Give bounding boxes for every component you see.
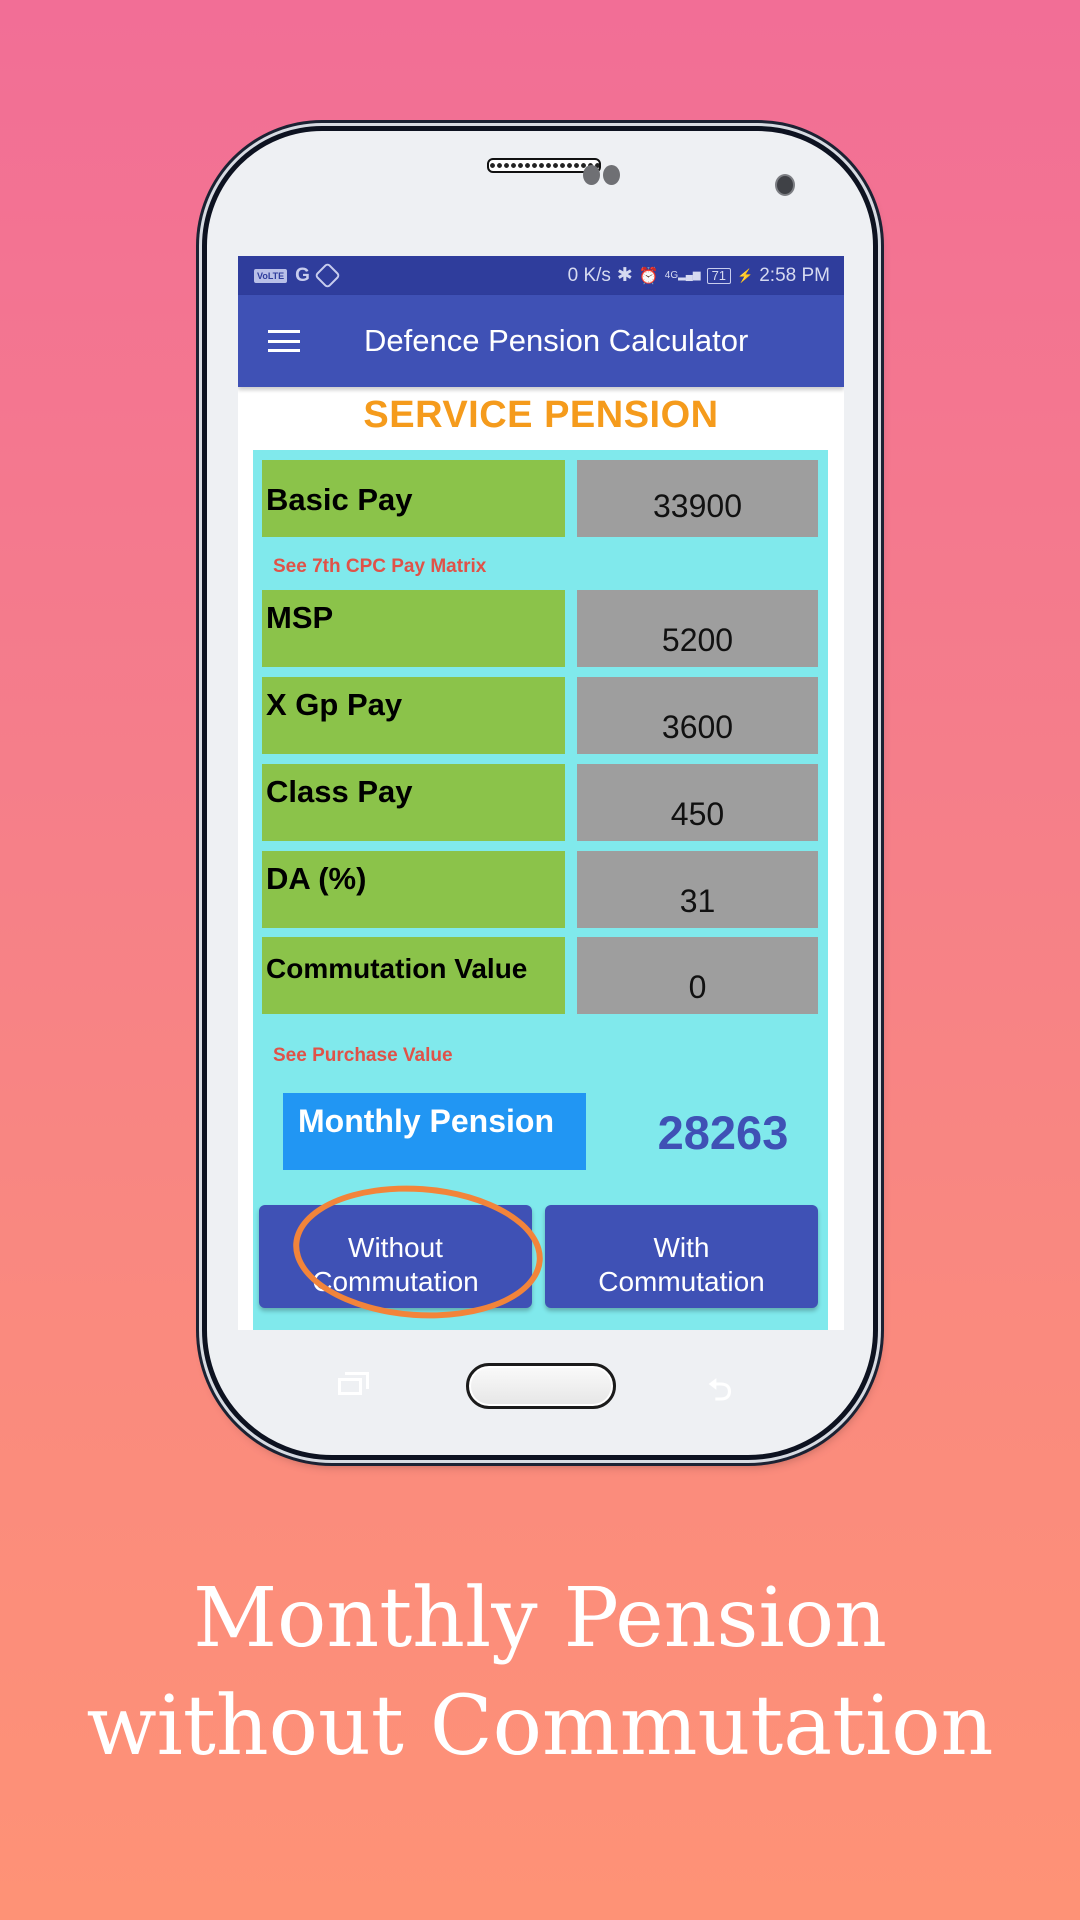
field-row-class-pay: Class Pay [262,764,818,841]
front-camera-icon [775,174,795,196]
commutation-value-input[interactable] [577,937,818,1014]
button-label-line1: Without [348,1231,443,1263]
network-type-label: 4G [664,270,679,281]
app-screen: VoLTE G 0 K/s ✱ ⏰ 4G▂▄▆ 71 ⚡ 2:58 PM Def… [238,256,844,1330]
monthly-pension-label: Monthly Pension [283,1093,586,1170]
home-button[interactable] [466,1363,616,1409]
alarm-icon: ⏰ [638,267,659,285]
pay-matrix-link[interactable]: See 7th CPC Pay Matrix [273,556,486,578]
app-bar: Defence Pension Calculator [238,295,844,387]
field-row-x-gp-pay: X Gp Pay [262,677,818,754]
signal-icon: 4G▂▄▆ [664,270,701,281]
app-title: Defence Pension Calculator [364,323,749,358]
class-pay-input[interactable] [577,764,818,841]
button-label-line1: With [653,1231,710,1263]
msp-input[interactable] [577,590,818,667]
light-sensor [603,165,620,185]
section-title: SERVICE PENSION [363,394,719,436]
hamburger-menu-icon[interactable] [268,330,300,352]
back-icon[interactable]: ⮌ [708,1368,732,1419]
proximity-sensor [583,165,600,185]
with-commutation-button[interactable]: With Commutation [545,1205,818,1308]
field-row-da: DA (%) [262,851,818,928]
button-label-line2: Commutation [598,1265,765,1297]
recent-apps-icon[interactable] [338,1372,369,1396]
calculator-panel: Basic Pay See 7th CPC Pay Matrix MSP X G… [253,450,828,1330]
network-speed: 0 K/s [567,264,611,286]
caption-line-2: without Commutation [86,1679,994,1774]
field-label: Class Pay [262,764,565,841]
google-g-icon: G [295,264,310,286]
charging-icon: ⚡ [737,267,754,283]
monthly-pension-value: 28263 [657,1106,789,1159]
status-bar: VoLTE G 0 K/s ✱ ⏰ 4G▂▄▆ 71 ⚡ 2:58 PM [238,256,844,295]
field-label: DA (%) [262,851,565,928]
da-percent-input[interactable] [577,851,818,928]
phone-power-button [878,462,883,590]
clock: 2:58 PM [759,264,830,286]
field-label: MSP [262,590,565,667]
button-label-line2: Commutation [312,1265,479,1297]
volte-icon: VoLTE [254,268,288,283]
field-label: X Gp Pay [262,677,565,754]
field-label: Commutation Value [262,937,565,1014]
basic-pay-input[interactable] [577,460,818,537]
field-row-commutation-value: Commutation Value [262,937,818,1014]
x-gp-pay-input[interactable] [577,677,818,754]
shield-icon [314,262,341,289]
field-row-basic-pay: Basic Pay [262,460,818,537]
promo-caption: Monthly Pension without Commutation [0,1565,1080,1781]
caption-line-1: Monthly Pension [193,1571,887,1666]
field-row-msp: MSP [262,590,818,667]
bluetooth-icon: ✱ [616,265,633,286]
field-label: Basic Pay [262,460,565,537]
purchase-value-link[interactable]: See Purchase Value [273,1045,453,1067]
without-commutation-button[interactable]: Without Commutation [259,1205,532,1308]
battery-icon: 71 [706,267,732,284]
